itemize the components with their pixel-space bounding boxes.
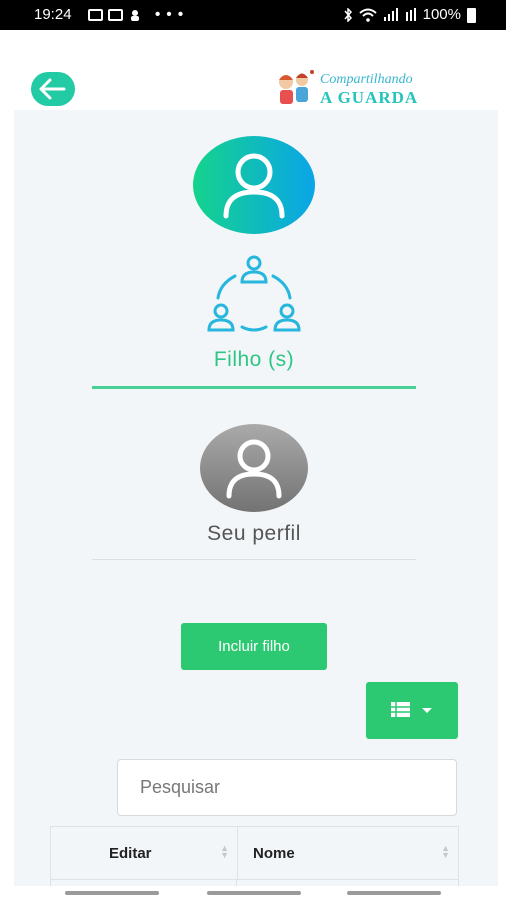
family-icon[interactable] xyxy=(202,252,306,336)
bluetooth-icon xyxy=(344,7,352,22)
wifi-icon xyxy=(358,8,377,22)
signal-icon-2 xyxy=(405,7,416,21)
profile-avatar[interactable] xyxy=(200,424,308,512)
column-header-label: Nome xyxy=(253,844,295,862)
main-content: Filho (s) Seu perfil Incluir filho Edita… xyxy=(14,110,498,900)
gallery-icon xyxy=(88,8,103,21)
column-header-name[interactable]: Nome ▲ ▼ xyxy=(237,827,458,879)
app-header: Compartilhando A GUARDA xyxy=(0,30,506,110)
table-header: Editar ▲ ▼ Nome ▲ ▼ xyxy=(50,826,459,880)
message-icon xyxy=(108,8,123,21)
more-notifications-icon: • • • xyxy=(155,6,185,23)
logo-text-top: Compartilhando xyxy=(320,72,413,87)
profile-tab-divider xyxy=(92,559,416,560)
notification-icons: • • • xyxy=(88,6,184,23)
profile-tab-label[interactable]: Seu perfil xyxy=(14,522,494,546)
status-bar: 19:24 • • • 100% xyxy=(0,0,506,30)
logo-text-bottom: A GUARDA xyxy=(320,88,419,107)
app-logo: Compartilhando A GUARDA xyxy=(272,70,472,107)
columns-toggle-button[interactable] xyxy=(366,682,458,739)
column-header-edit[interactable]: Editar ▲ ▼ xyxy=(51,827,238,879)
game-icon xyxy=(131,9,139,21)
user-icon xyxy=(226,439,282,499)
nav-recents-button[interactable] xyxy=(65,891,159,895)
back-button[interactable] xyxy=(31,72,75,106)
battery-icon xyxy=(467,7,476,23)
add-child-button[interactable]: Incluir filho xyxy=(181,623,327,670)
children-tab-underline xyxy=(92,386,416,389)
sort-icon: ▲ ▼ xyxy=(441,843,450,860)
table-icon xyxy=(391,702,432,717)
user-icon xyxy=(223,153,285,219)
system-icons: 100% xyxy=(343,6,476,23)
children-tab-label[interactable]: Filho (s) xyxy=(14,348,494,372)
nav-home-button[interactable] xyxy=(207,891,301,895)
battery-percent: 100% xyxy=(422,6,461,23)
system-nav-bar xyxy=(0,886,506,900)
nav-back-button[interactable] xyxy=(347,891,441,895)
status-time: 19:24 xyxy=(34,6,72,23)
sort-icon: ▲ ▼ xyxy=(220,843,229,860)
user-avatar xyxy=(193,136,315,234)
signal-icon xyxy=(383,7,398,21)
column-header-label: Editar xyxy=(109,844,152,862)
search-input[interactable] xyxy=(117,759,457,816)
arrow-left-icon xyxy=(39,78,66,100)
kids-logo-icon xyxy=(279,70,314,104)
